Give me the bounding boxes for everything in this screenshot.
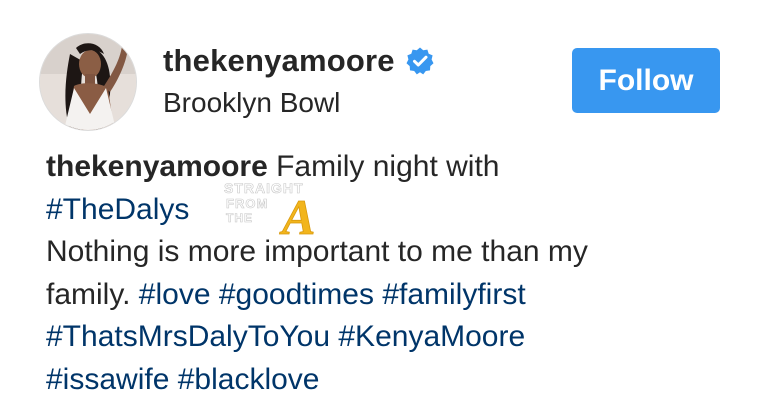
hashtag-link[interactable]: #blacklove: [178, 363, 320, 396]
hashtag-link[interactable]: #goodtimes: [219, 278, 374, 311]
caption-text: family.: [46, 277, 139, 311]
username-row: thekenyamoore: [163, 41, 435, 81]
hashtag-link[interactable]: #issawife: [46, 363, 169, 396]
hashtag-link[interactable]: #love: [139, 278, 211, 311]
hashtag-link[interactable]: #familyfirst: [382, 278, 525, 311]
caption-line-5: #ThatsMrsDalyToYou #KenyaMoore: [46, 316, 746, 359]
caption-author-link[interactable]: thekenyamoore: [46, 150, 268, 183]
caption-text: Family night with: [267, 150, 500, 183]
hashtag-link[interactable]: #KenyaMoore: [338, 320, 525, 353]
post-caption: thekenyamoore Family night with #TheDaly…: [46, 146, 746, 401]
caption-line-3: Nothing is more important to me than my: [46, 231, 746, 274]
caption-line-2: #TheDalys: [46, 189, 746, 232]
hashtag-link[interactable]: #TheDalys: [46, 193, 189, 226]
username-link[interactable]: thekenyamoore: [163, 43, 395, 79]
caption-line-1: thekenyamoore Family night with: [46, 146, 746, 189]
follow-button[interactable]: Follow: [572, 48, 720, 113]
caption-text: Nothing is more important to me than my: [46, 235, 588, 268]
location-link[interactable]: Brooklyn Bowl: [163, 87, 340, 119]
verified-badge-icon: [405, 46, 435, 76]
caption-line-4: family. #love #goodtimes #familyfirst: [46, 274, 746, 317]
avatar-image: [40, 34, 136, 130]
profile-avatar[interactable]: [39, 33, 137, 131]
hashtag-link[interactable]: #ThatsMrsDalyToYou: [46, 320, 330, 353]
caption-line-6: #issawife #blacklove: [46, 359, 746, 402]
